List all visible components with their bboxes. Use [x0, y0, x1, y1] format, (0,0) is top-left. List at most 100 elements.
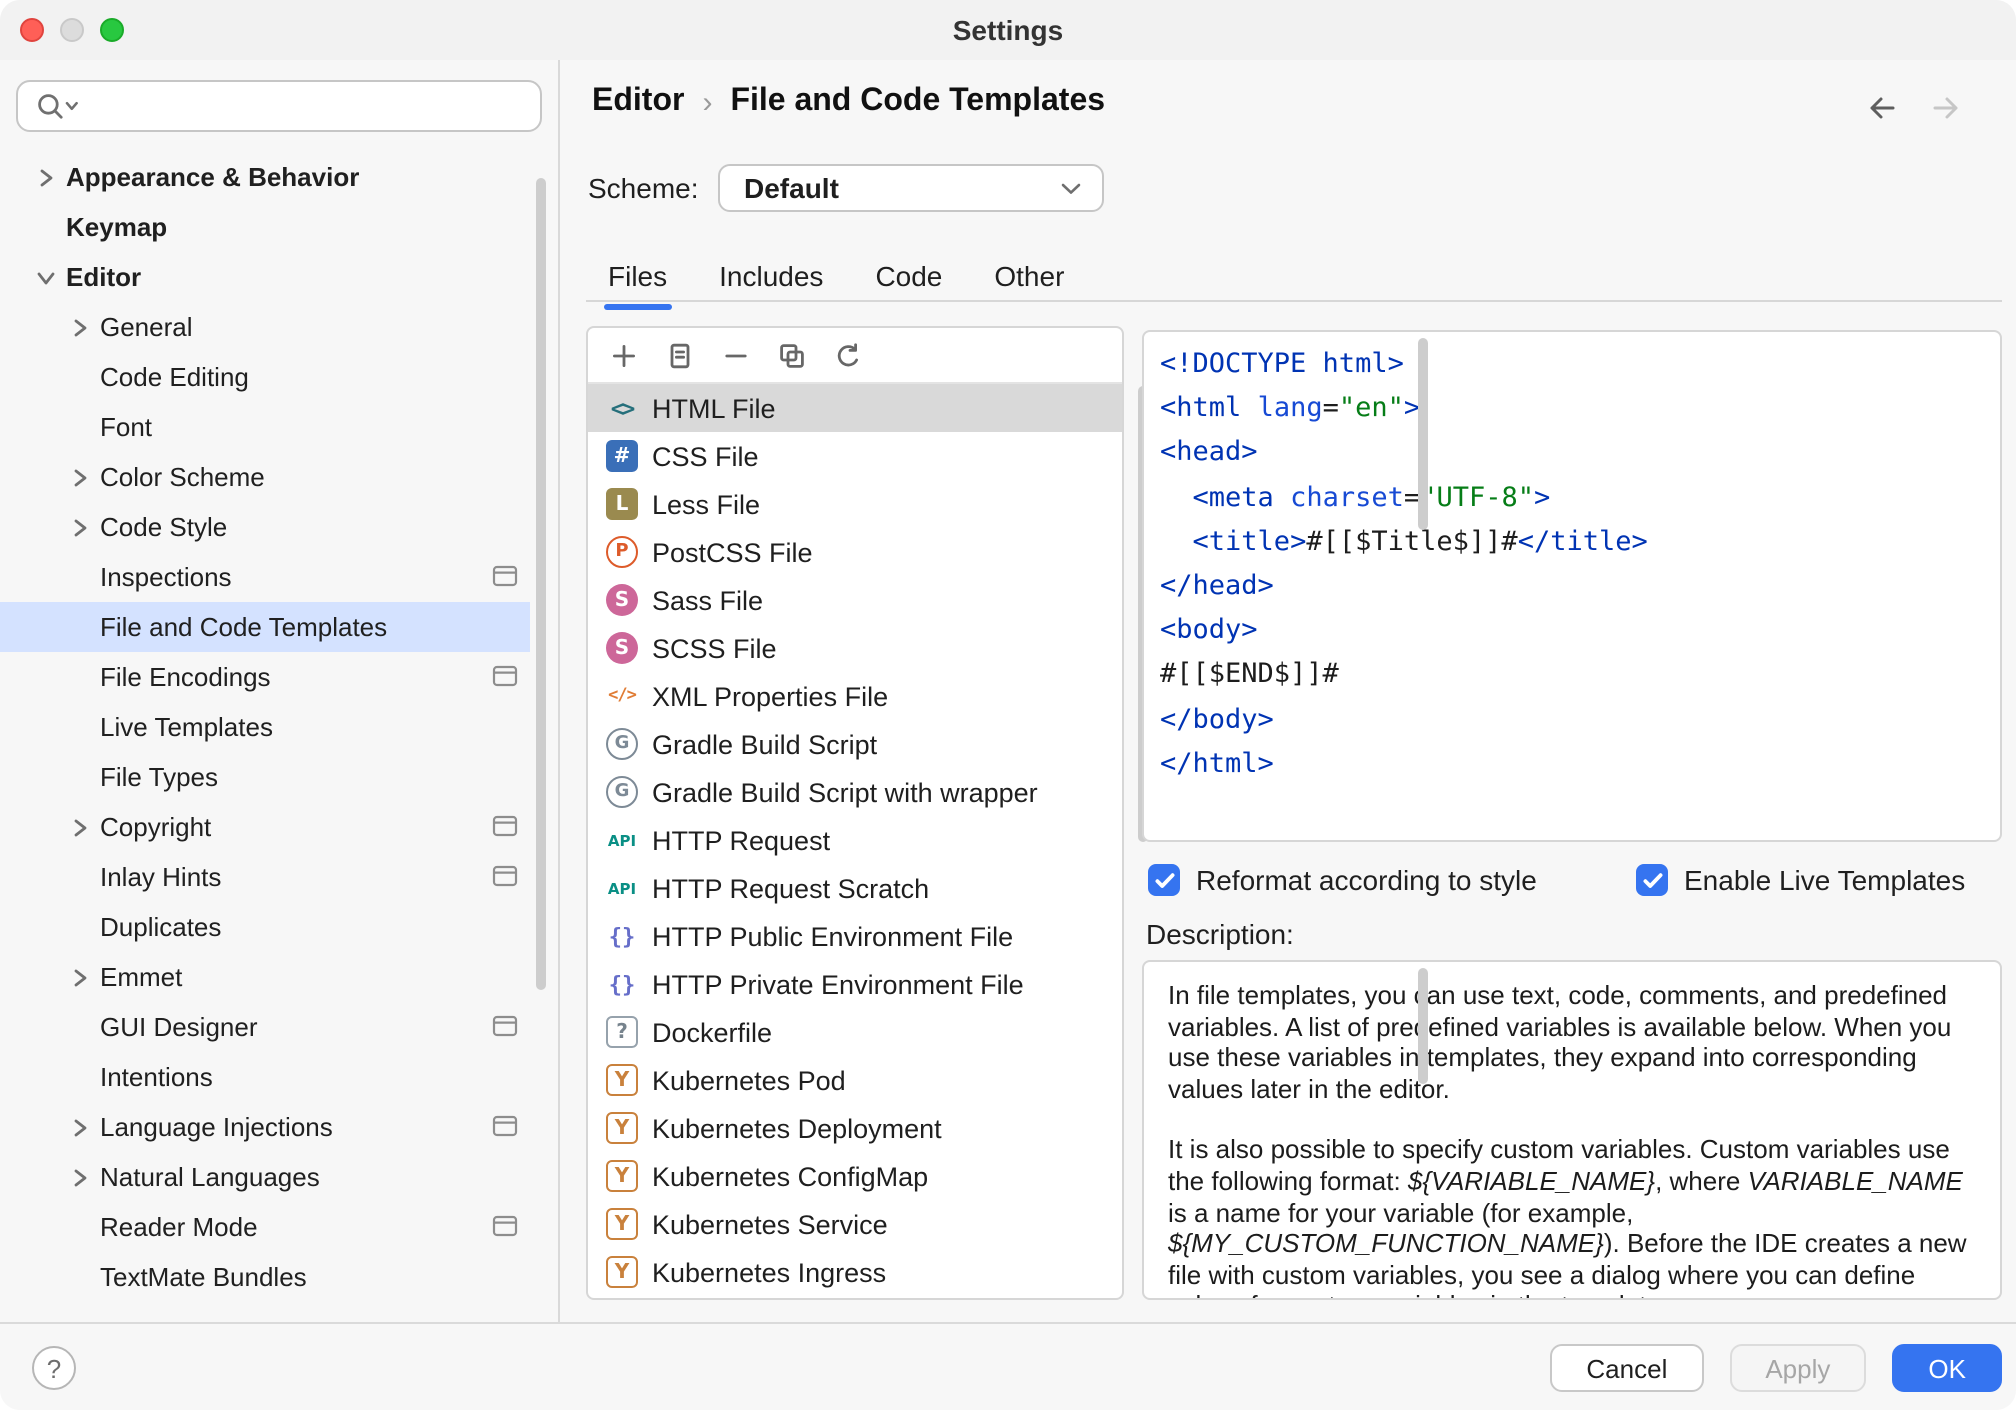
- yaml-file-icon: Y: [606, 1208, 638, 1240]
- chevron-right-icon[interactable]: [66, 1163, 94, 1191]
- sidebar-item-copyright[interactable]: Copyright: [0, 802, 530, 852]
- sidebar-scrollbar[interactable]: [536, 178, 546, 990]
- template-list-panel: <> HTML File # CSS File L Less File P PostCSS F…: [586, 326, 1124, 1300]
- code-line: </html>: [1160, 747, 1274, 780]
- add-icon[interactable]: [604, 335, 644, 375]
- gradle-file-icon: G: [606, 728, 638, 760]
- template-item-dockerfile[interactable]: ? Dockerfile: [588, 1008, 1122, 1056]
- template-item-less-file[interactable]: L Less File: [588, 480, 1122, 528]
- zoom-button[interactable]: [100, 18, 124, 42]
- tab-includes[interactable]: Includes: [715, 248, 827, 312]
- sidebar-item-editor[interactable]: Editor: [0, 252, 530, 302]
- revert-icon[interactable]: [828, 335, 868, 375]
- sidebar-item-general[interactable]: General: [0, 302, 530, 352]
- sidebar-item-file-types[interactable]: File Types: [0, 752, 530, 802]
- template-item-scss-file[interactable]: S SCSS File: [588, 624, 1122, 672]
- help-button[interactable]: ?: [32, 1346, 76, 1390]
- scheme-value: Default: [744, 172, 839, 204]
- close-button[interactable]: [20, 18, 44, 42]
- template-item-sass-file[interactable]: S Sass File: [588, 576, 1122, 624]
- template-item-html-file[interactable]: <> HTML File: [588, 384, 1122, 432]
- sidebar-item-keymap[interactable]: Keymap: [0, 202, 530, 252]
- docker-file-icon: ?: [606, 1016, 638, 1048]
- sidebar-item-live-templates[interactable]: Live Templates: [0, 702, 530, 752]
- tab-files[interactable]: Files: [604, 248, 671, 312]
- configurable-pane-icon: [492, 564, 518, 588]
- live-templates-checkbox[interactable]: [1636, 864, 1668, 896]
- template-item-postcss-file[interactable]: P PostCSS File: [588, 528, 1122, 576]
- copy-icon[interactable]: [772, 335, 812, 375]
- chevron-right-icon[interactable]: [66, 1113, 94, 1141]
- search-input[interactable]: [16, 80, 542, 132]
- forward-button[interactable]: [1928, 92, 1964, 124]
- chevron-right-icon[interactable]: [66, 963, 94, 991]
- template-item-kubernetes-service[interactable]: Y Kubernetes Service: [588, 1200, 1122, 1248]
- sass-file-icon: S: [606, 584, 638, 616]
- sidebar-item-label: Font: [100, 412, 153, 442]
- template-item-http-private-environment-file[interactable]: {} HTTP Private Environment File: [588, 960, 1122, 1008]
- breadcrumb-editor[interactable]: Editor: [592, 84, 684, 120]
- template-item-css-file[interactable]: # CSS File: [588, 432, 1122, 480]
- sidebar-item-color-scheme[interactable]: Color Scheme: [0, 452, 530, 502]
- back-button[interactable]: [1864, 92, 1900, 124]
- api-file-icon: API: [607, 879, 637, 897]
- chevron-down-icon[interactable]: [32, 263, 60, 291]
- sidebar-item-duplicates[interactable]: Duplicates: [0, 902, 530, 952]
- remove-icon[interactable]: [716, 335, 756, 375]
- sidebar-item-inspections[interactable]: Inspections: [0, 552, 530, 602]
- sidebar-item-appearance-behavior[interactable]: Appearance & Behavior: [0, 152, 530, 202]
- sidebar-item-language-injections[interactable]: Language Injections: [0, 1102, 530, 1152]
- sidebar-item-code-style[interactable]: Code Style: [0, 502, 530, 552]
- reformat-checkbox[interactable]: [1148, 864, 1180, 896]
- sidebar-item-label: General: [100, 312, 193, 342]
- template-item-gradle-build-script-with-wrapper[interactable]: G Gradle Build Script with wrapper: [588, 768, 1122, 816]
- description-scrollbar[interactable]: [1418, 968, 1428, 1084]
- sidebar-item-font[interactable]: Font: [0, 402, 530, 452]
- chevron-right-icon[interactable]: [66, 463, 94, 491]
- create-from-template-icon[interactable]: [660, 335, 700, 375]
- template-item-label: Kubernetes Pod: [652, 1065, 846, 1095]
- tab-code[interactable]: Code: [871, 248, 946, 312]
- sidebar-item-file-encodings[interactable]: File Encodings: [0, 652, 530, 702]
- ok-button[interactable]: OK: [1892, 1344, 2002, 1392]
- sidebar-item-inlay-hints[interactable]: Inlay Hints: [0, 852, 530, 902]
- template-item-gradle-build-script[interactable]: G Gradle Build Script: [588, 720, 1122, 768]
- template-item-xml-properties-file[interactable]: </> XML Properties File: [588, 672, 1122, 720]
- scheme-select[interactable]: Default: [718, 164, 1104, 212]
- tab-other[interactable]: Other: [990, 248, 1068, 312]
- template-item-kubernetes-deployment[interactable]: Y Kubernetes Deployment: [588, 1104, 1122, 1152]
- template-item-http-public-environment-file[interactable]: {} HTTP Public Environment File: [588, 912, 1122, 960]
- sidebar-item-file-and-code-templates[interactable]: File and Code Templates: [0, 602, 530, 652]
- apply-button[interactable]: Apply: [1729, 1344, 1867, 1392]
- sidebar-item-label: TextMate Bundles: [100, 1262, 307, 1292]
- template-item-kubernetes-ingress[interactable]: Y Kubernetes Ingress: [588, 1248, 1122, 1296]
- sidebar-item-textmate-bundles[interactable]: TextMate Bundles: [0, 1252, 530, 1302]
- sidebar-item-label: Intentions: [100, 1062, 213, 1092]
- template-item-kubernetes-configmap[interactable]: Y Kubernetes ConfigMap: [588, 1152, 1122, 1200]
- breadcrumb-separator: ›: [702, 85, 713, 119]
- sidebar-item-code-editing[interactable]: Code Editing: [0, 352, 530, 402]
- template-item-http-request-scratch[interactable]: API HTTP Request Scratch: [588, 864, 1122, 912]
- api-file-icon: API: [607, 831, 637, 849]
- sidebar-item-gui-designer[interactable]: GUI Designer: [0, 1002, 530, 1052]
- template-item-kubernetes-pod[interactable]: Y Kubernetes Pod: [588, 1056, 1122, 1104]
- live-templates-option: Enable Live Templates: [1636, 858, 1965, 902]
- template-content-editor[interactable]: <!DOCTYPE html> <html lang="en"> <head> <m…: [1142, 330, 2002, 842]
- sidebar-item-emmet[interactable]: Emmet: [0, 952, 530, 1002]
- chevron-right-icon[interactable]: [66, 313, 94, 341]
- configurable-pane-icon: [492, 1114, 518, 1138]
- chevron-right-icon[interactable]: [66, 813, 94, 841]
- cancel-button[interactable]: Cancel: [1550, 1344, 1704, 1392]
- sidebar-item-reader-mode[interactable]: Reader Mode: [0, 1202, 530, 1252]
- chevron-right-icon[interactable]: [32, 163, 60, 191]
- sidebar-item-natural-languages[interactable]: Natural Languages: [0, 1152, 530, 1202]
- sidebar-item-intentions[interactable]: Intentions: [0, 1052, 530, 1102]
- editor-scrollbar[interactable]: [1418, 338, 1428, 530]
- chevron-right-icon[interactable]: [66, 513, 94, 541]
- template-item-http-request[interactable]: API HTTP Request: [588, 816, 1122, 864]
